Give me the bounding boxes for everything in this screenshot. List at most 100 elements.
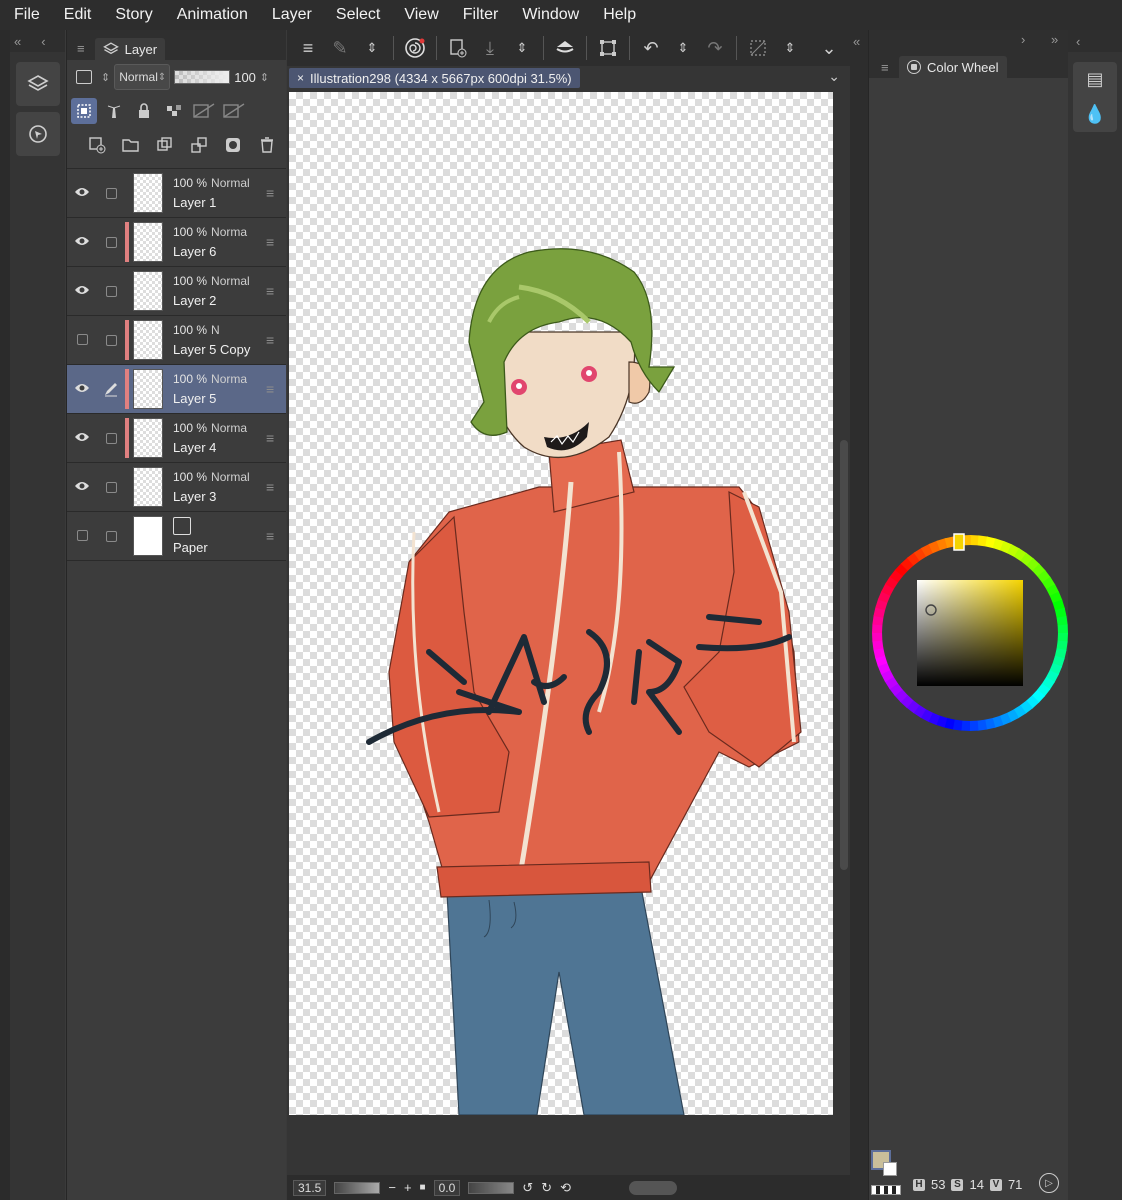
layer-row[interactable]: 100 % Normal Layer 1 ≡ <box>67 169 286 218</box>
panel-menu-icon[interactable]: ≡ <box>77 41 85 56</box>
reference-layer-button[interactable] <box>101 98 127 124</box>
layer-row[interactable]: 100 % Normal Layer 2 ≡ <box>67 267 286 316</box>
zoom-out-icon[interactable]: − <box>388 1180 396 1195</box>
layer-row[interactable]: 100 % Norma Layer 6 ≡ <box>67 218 286 267</box>
expand-right-icon[interactable]: » <box>1051 32 1058 47</box>
mask-enable-button[interactable] <box>191 98 217 124</box>
canvas[interactable] <box>289 92 833 1115</box>
chevron-right-icon[interactable]: › <box>1021 32 1025 47</box>
close-tab-icon[interactable]: × <box>297 71 304 85</box>
delete-layer-button[interactable] <box>254 132 280 158</box>
new-raster-layer-button[interactable] <box>84 132 110 158</box>
rotate-right-icon[interactable]: ↻ <box>541 1180 552 1196</box>
clip-to-below-button[interactable] <box>71 98 97 124</box>
eye-icon[interactable] <box>67 381 97 398</box>
v-value[interactable]: 71 <box>1008 1177 1022 1192</box>
stepper-icon[interactable]: ⇕ <box>101 71 110 84</box>
drag-handle-icon[interactable]: ≡ <box>266 479 286 495</box>
eye-icon[interactable] <box>67 185 97 202</box>
layer-row[interactable]: Paper ≡ <box>67 512 286 561</box>
hue-ring[interactable] <box>871 532 1069 732</box>
stop-icon[interactable]: ■ <box>420 1182 426 1193</box>
panel-menu-icon[interactable]: ≡ <box>881 60 889 75</box>
horizontal-scrollbar[interactable] <box>629 1180 677 1195</box>
drag-handle-icon[interactable]: ≡ <box>266 528 286 544</box>
drag-handle-icon[interactable]: ≡ <box>266 381 286 397</box>
eye-icon[interactable] <box>67 479 97 496</box>
h-value[interactable]: 53 <box>931 1177 945 1192</box>
menu-window[interactable]: Window <box>522 6 579 24</box>
vertical-scrollbar[interactable] <box>840 440 848 870</box>
deselect-icon[interactable] <box>743 33 773 63</box>
menu-edit[interactable]: Edit <box>64 6 92 24</box>
rotation-field[interactable]: 0.0 <box>433 1179 461 1196</box>
mask-display-button[interactable] <box>221 98 247 124</box>
layer-row[interactable]: 100 % N Layer 5 Copy ≡ <box>67 316 286 365</box>
collapse-left-icon[interactable]: « <box>14 34 21 49</box>
eye-icon[interactable] <box>67 430 97 447</box>
eye-icon[interactable] <box>67 283 97 300</box>
layer-select-checkbox[interactable] <box>97 187 125 199</box>
transform-icon[interactable] <box>593 33 623 63</box>
create-mask-button[interactable] <box>220 132 246 158</box>
layer-select-checkbox[interactable] <box>97 334 125 346</box>
color-wheel-tab[interactable]: Color Wheel <box>899 56 1007 78</box>
rotate-left-icon[interactable]: ↺ <box>522 1180 533 1196</box>
chevron-left-icon[interactable]: ‹ <box>41 34 45 49</box>
rotation-slider[interactable] <box>468 1181 515 1194</box>
drag-handle-icon[interactable]: ≡ <box>266 332 286 348</box>
menu-select[interactable]: Select <box>336 6 380 24</box>
menu-view[interactable]: View <box>404 6 438 24</box>
stepper-icon[interactable]: ⇕ <box>668 33 698 63</box>
collapse-right-icon[interactable]: « <box>853 34 860 49</box>
command-bar-menu-icon[interactable]: ≡ <box>293 33 323 63</box>
layer-panel-toggle-button[interactable] <box>15 62 60 106</box>
blend-mode-select[interactable]: Normal ⇕ <box>114 64 171 90</box>
stepper-icon[interactable]: ⇕ <box>507 33 537 63</box>
fill-icon[interactable] <box>550 33 580 63</box>
drag-handle-icon[interactable]: ≡ <box>266 283 286 299</box>
document-tab[interactable]: × Illustration298 (4334 x 5667px 600dpi … <box>289 68 580 88</box>
lock-transparency-button[interactable] <box>161 98 187 124</box>
s-value[interactable]: 14 <box>969 1177 983 1192</box>
animation-timeline-icon[interactable]: ▤ <box>1086 69 1103 90</box>
drag-handle-icon[interactable]: ≡ <box>266 185 286 201</box>
navigator-toggle-button[interactable] <box>15 112 60 156</box>
layer-row[interactable]: 100 % Norma Layer 4 ≡ <box>67 414 286 463</box>
undo-icon[interactable]: ↶ <box>636 33 666 63</box>
zoom-slider[interactable] <box>334 1181 381 1194</box>
play-icon[interactable]: ▷ <box>1039 1173 1059 1193</box>
opacity-slider[interactable] <box>174 70 231 84</box>
hidden-toggle[interactable] <box>67 332 97 349</box>
zoom-in-icon[interactable]: + <box>404 1180 412 1195</box>
color-drops-icon[interactable]: 💧 <box>1084 104 1106 125</box>
tab-list-chevron-icon[interactable]: ⌄ <box>828 68 840 85</box>
layer-select-checkbox[interactable] <box>97 236 125 248</box>
save-icon[interactable]: ⤓ <box>475 33 505 63</box>
pen-icon[interactable] <box>97 381 125 397</box>
menu-filter[interactable]: Filter <box>463 6 499 24</box>
layer-select-checkbox[interactable] <box>97 285 125 297</box>
clear-icon[interactable]: ✎ <box>325 33 355 63</box>
spiral-logo-icon[interactable] <box>400 33 430 63</box>
drag-handle-icon[interactable]: ≡ <box>266 430 286 446</box>
menu-layer[interactable]: Layer <box>272 6 312 24</box>
menu-animation[interactable]: Animation <box>177 6 248 24</box>
main-sub-color-swatch[interactable] <box>871 1150 901 1180</box>
stepper-icon[interactable]: ⇕ <box>775 33 805 63</box>
sub-color-chip[interactable] <box>883 1162 897 1176</box>
transparent-color-chip[interactable] <box>871 1185 901 1195</box>
layer-color-toggle[interactable] <box>71 64 97 90</box>
stepper-icon[interactable]: ⇕ <box>357 33 387 63</box>
drag-handle-icon[interactable]: ≡ <box>266 234 286 250</box>
layer-row[interactable]: 100 % Norma Layer 5 ≡ <box>67 365 286 414</box>
new-canvas-icon[interactable] <box>443 33 473 63</box>
hue-cursor[interactable] <box>953 533 965 551</box>
menu-help[interactable]: Help <box>603 6 636 24</box>
redo-icon[interactable]: ↷ <box>700 33 730 63</box>
zoom-field[interactable]: 31.5 <box>293 1179 327 1196</box>
opacity-stepper-icon[interactable]: ⇕ <box>260 71 269 84</box>
chevron-down-icon[interactable]: ⌄ <box>814 33 844 63</box>
layer-select-checkbox[interactable] <box>97 530 125 542</box>
menu-file[interactable]: File <box>14 6 40 24</box>
